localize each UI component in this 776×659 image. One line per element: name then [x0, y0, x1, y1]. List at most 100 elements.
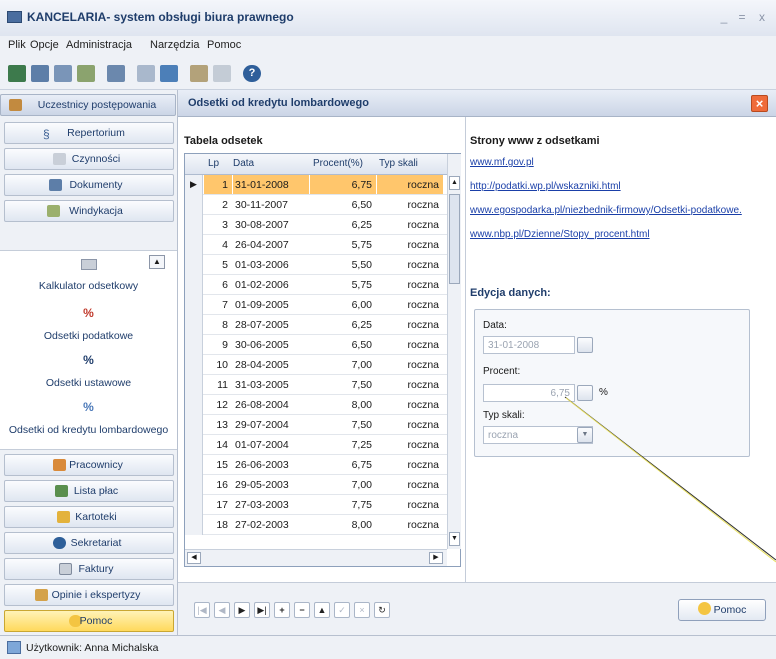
add-record-button[interactable]: + — [274, 602, 290, 618]
table-row[interactable]: 10 28-04-2005 7,00 roczna — [185, 355, 447, 375]
procent-field[interactable]: 6,75 — [483, 384, 575, 402]
row-selector[interactable] — [185, 295, 203, 315]
chevron-down-icon[interactable]: ▼ — [577, 427, 593, 443]
toolbar-scale-icon[interactable] — [77, 65, 95, 82]
cell-typ-skali[interactable]: roczna — [407, 299, 439, 311]
menu-plik[interactable]: Plik — [8, 39, 26, 51]
sidebar-item-pracownicy[interactable]: Pracownicy — [4, 454, 174, 476]
row-selector[interactable] — [185, 195, 203, 215]
horizontal-scrollbar[interactable]: ◀ ▶ — [185, 549, 447, 566]
row-selector[interactable] — [185, 335, 203, 355]
cell-data[interactable]: 27-03-2003 — [235, 499, 289, 511]
cell-typ-skali[interactable]: roczna — [407, 519, 439, 531]
scroll-up-arrow-icon[interactable]: ▲ — [449, 176, 460, 190]
link-podatki-wp[interactable]: http://podatki.wp.pl/wskazniki.html — [470, 181, 621, 192]
scroll-right-arrow-icon[interactable]: ▶ — [429, 552, 443, 564]
cell-lp[interactable]: 3 — [222, 219, 228, 231]
close-panel-button[interactable]: × — [751, 95, 768, 112]
data-field[interactable]: 31-01-2008 — [483, 336, 575, 354]
toolbar-document-icon[interactable] — [107, 65, 125, 82]
toolbar-list-icon[interactable] — [31, 65, 49, 82]
cell-data[interactable]: 30-08-2007 — [235, 219, 289, 231]
cell-data[interactable]: 01-02-2006 — [235, 279, 289, 291]
cell-typ-skali[interactable]: roczna — [407, 459, 439, 471]
cell-procent[interactable]: 5,75 — [352, 239, 372, 251]
toolbar-report-icon[interactable] — [160, 65, 178, 82]
sidebar-item-dokumenty[interactable]: Dokumenty — [4, 174, 174, 196]
delete-record-button[interactable]: − — [294, 602, 310, 618]
table-row[interactable]: 14 01-07-2004 7,25 roczna — [185, 435, 447, 455]
cell-lp[interactable]: 2 — [222, 199, 228, 211]
cell-lp[interactable]: 12 — [216, 399, 228, 411]
table-row[interactable]: 5 01-03-2006 5,50 roczna — [185, 255, 447, 275]
table-row[interactable]: 13 29-07-2004 7,50 roczna — [185, 415, 447, 435]
cell-procent[interactable]: 8,00 — [352, 399, 372, 411]
procent-spin-button[interactable] — [577, 385, 593, 401]
cell-data[interactable]: 29-07-2004 — [235, 419, 289, 431]
odsetki-kredyt-lombardowy[interactable]: % Odsetki od kredytu lombardowego — [0, 400, 177, 436]
sidebar-item-lista-plac[interactable]: Lista płac — [4, 480, 174, 502]
row-selector[interactable] — [185, 215, 203, 235]
cell-lp[interactable]: 16 — [216, 479, 228, 491]
cell-data[interactable]: 31-03-2005 — [235, 379, 289, 391]
table-row[interactable]: 8 28-07-2005 6,25 roczna — [185, 315, 447, 335]
cell-typ-skali[interactable]: roczna — [407, 399, 439, 411]
cell-data[interactable]: 01-07-2004 — [235, 439, 289, 451]
maximize-button[interactable]: = — [734, 10, 750, 24]
row-selector[interactable] — [185, 495, 203, 515]
sidebar-item-kartoteki[interactable]: Kartoteki — [4, 506, 174, 528]
cell-lp[interactable]: 7 — [222, 299, 228, 311]
link-egospodarka[interactable]: www.egospodarka.pl/niezbednik-firmowy/Od… — [470, 205, 742, 216]
table-row[interactable]: 16 29-05-2003 7,00 roczna — [185, 475, 447, 495]
toolbar-people-icon[interactable] — [54, 65, 72, 82]
toolbar-money-icon[interactable] — [190, 65, 208, 82]
cell-lp[interactable]: 1 — [222, 179, 228, 191]
cell-typ-skali[interactable]: roczna — [407, 199, 439, 211]
vertical-scrollbar[interactable]: ▲ ▼ — [447, 154, 461, 549]
col-procent[interactable]: Procent(%) — [313, 158, 363, 169]
kalkulator-odsetkowy[interactable]: Kalkulator odsetkowy — [0, 259, 177, 292]
row-selector[interactable] — [185, 375, 203, 395]
row-selector[interactable] — [185, 255, 203, 275]
cell-data[interactable]: 29-05-2003 — [235, 479, 289, 491]
help-button[interactable]: Pomoc — [678, 599, 766, 621]
cell-typ-skali[interactable]: roczna — [407, 359, 439, 371]
cell-data[interactable]: 26-06-2003 — [235, 459, 289, 471]
cell-data[interactable]: 28-07-2005 — [235, 319, 289, 331]
cell-procent[interactable]: 7,50 — [352, 419, 372, 431]
cell-procent[interactable]: 7,75 — [352, 499, 372, 511]
cell-procent[interactable]: 6,25 — [352, 219, 372, 231]
scroll-down-arrow-icon[interactable]: ▼ — [449, 532, 460, 546]
cell-data[interactable]: 31-01-2008 — [235, 179, 289, 191]
cell-data[interactable]: 26-04-2007 — [235, 239, 289, 251]
table-row[interactable]: 12 26-08-2004 8,00 roczna — [185, 395, 447, 415]
cell-procent[interactable]: 6,25 — [352, 319, 372, 331]
row-selector[interactable] — [185, 415, 203, 435]
cell-lp[interactable]: 13 — [216, 419, 228, 431]
scroll-left-arrow-icon[interactable]: ◀ — [187, 552, 201, 564]
cell-typ-skali[interactable]: roczna — [407, 319, 439, 331]
menu-opcje[interactable]: Opcje — [30, 39, 59, 51]
row-selector[interactable] — [185, 455, 203, 475]
last-record-button[interactable]: ▶| — [254, 602, 270, 618]
table-row[interactable]: 11 31-03-2005 7,50 roczna — [185, 375, 447, 395]
toolbar-window-icon[interactable] — [213, 65, 231, 82]
row-selector[interactable] — [185, 475, 203, 495]
cell-typ-skali[interactable]: roczna — [407, 419, 439, 431]
sidebar-item-czynnosci[interactable]: Czynności — [4, 148, 174, 170]
col-typ-skali[interactable]: Typ skali — [379, 158, 418, 169]
cell-lp[interactable]: 14 — [216, 439, 228, 451]
cell-lp[interactable]: 9 — [222, 339, 228, 351]
cell-typ-skali[interactable]: roczna — [407, 259, 439, 271]
cell-lp[interactable]: 17 — [216, 499, 228, 511]
cell-typ-skali[interactable]: roczna — [407, 379, 439, 391]
date-picker-button[interactable] — [577, 337, 593, 353]
cell-lp[interactable]: 11 — [217, 379, 228, 391]
row-selector[interactable] — [185, 315, 203, 335]
table-row[interactable]: 17 27-03-2003 7,75 roczna — [185, 495, 447, 515]
cell-data[interactable]: 01-09-2005 — [235, 299, 289, 311]
odsetki-podatkowe[interactable]: % Odsetki podatkowe — [0, 306, 177, 342]
confirm-record-button[interactable]: ✓ — [334, 602, 350, 618]
table-row[interactable]: 9 30-06-2005 6,50 roczna — [185, 335, 447, 355]
link-nbp[interactable]: www.nbp.pl/Dzienne/Stopy_procent.html — [470, 229, 650, 240]
